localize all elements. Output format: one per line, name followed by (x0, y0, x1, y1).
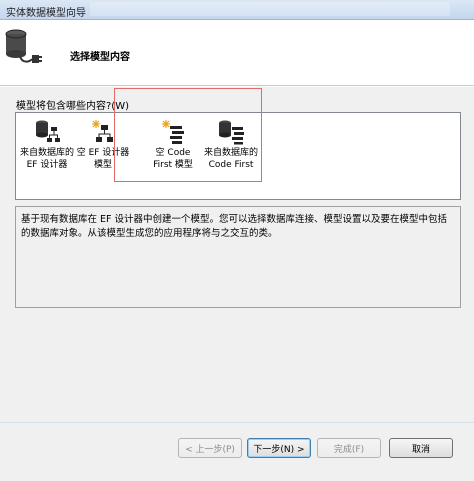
next-button[interactable]: 下一步(N) > (247, 438, 311, 458)
model-contents-label: 模型将包含哪些内容?(W) (16, 101, 129, 112)
option-code-first-from-database[interactable]: 来自数据库的 Code First (202, 117, 260, 195)
database-plug-icon (5, 29, 42, 63)
option-label: 来自数据库的 Code First (203, 148, 258, 170)
option-label: 空 Code First 模型 (153, 148, 193, 170)
option-empty-ef-designer[interactable]: 空 EF 设计器 模型 (74, 117, 132, 195)
database-code-icon (219, 120, 244, 145)
page-heading: 选择模型内容 (70, 52, 130, 63)
model-contents-list[interactable]: 来自数据库的 EF 设计器 空 EF 设计器 模型 空 Code First 模… (15, 112, 461, 200)
option-label: 空 EF 设计器 模型 (76, 148, 130, 170)
window-title: 实体数据模型向导 (6, 8, 86, 19)
option-label: 来自数据库的 EF 设计器 (19, 148, 74, 170)
back-button[interactable]: < 上一步(P) (178, 438, 242, 458)
button-bar-divider (0, 422, 474, 423)
database-diagram-icon (36, 120, 60, 142)
cancel-button[interactable]: 取消 (389, 438, 453, 458)
option-ef-designer-from-database[interactable]: 来自数据库的 EF 设计器 (18, 117, 76, 195)
wizard-header: 选择模型内容 (0, 20, 474, 86)
empty-code-icon (162, 120, 184, 144)
option-description: 基于现有数据库在 EF 设计器中创建一个模型。您可以选择数据库连接、模型设置以及… (15, 206, 461, 308)
option-empty-code-first[interactable]: 空 Code First 模型 (144, 117, 202, 195)
wizard-body: 模型将包含哪些内容?(W) 来自数据库的 EF 设计器 空 EF 设计器 模型 … (0, 87, 474, 481)
title-bar-overlay (90, 2, 450, 16)
empty-diagram-icon (92, 120, 113, 142)
title-bar: 实体数据模型向导 (0, 0, 474, 20)
finish-button[interactable]: 完成(F) (317, 438, 381, 458)
